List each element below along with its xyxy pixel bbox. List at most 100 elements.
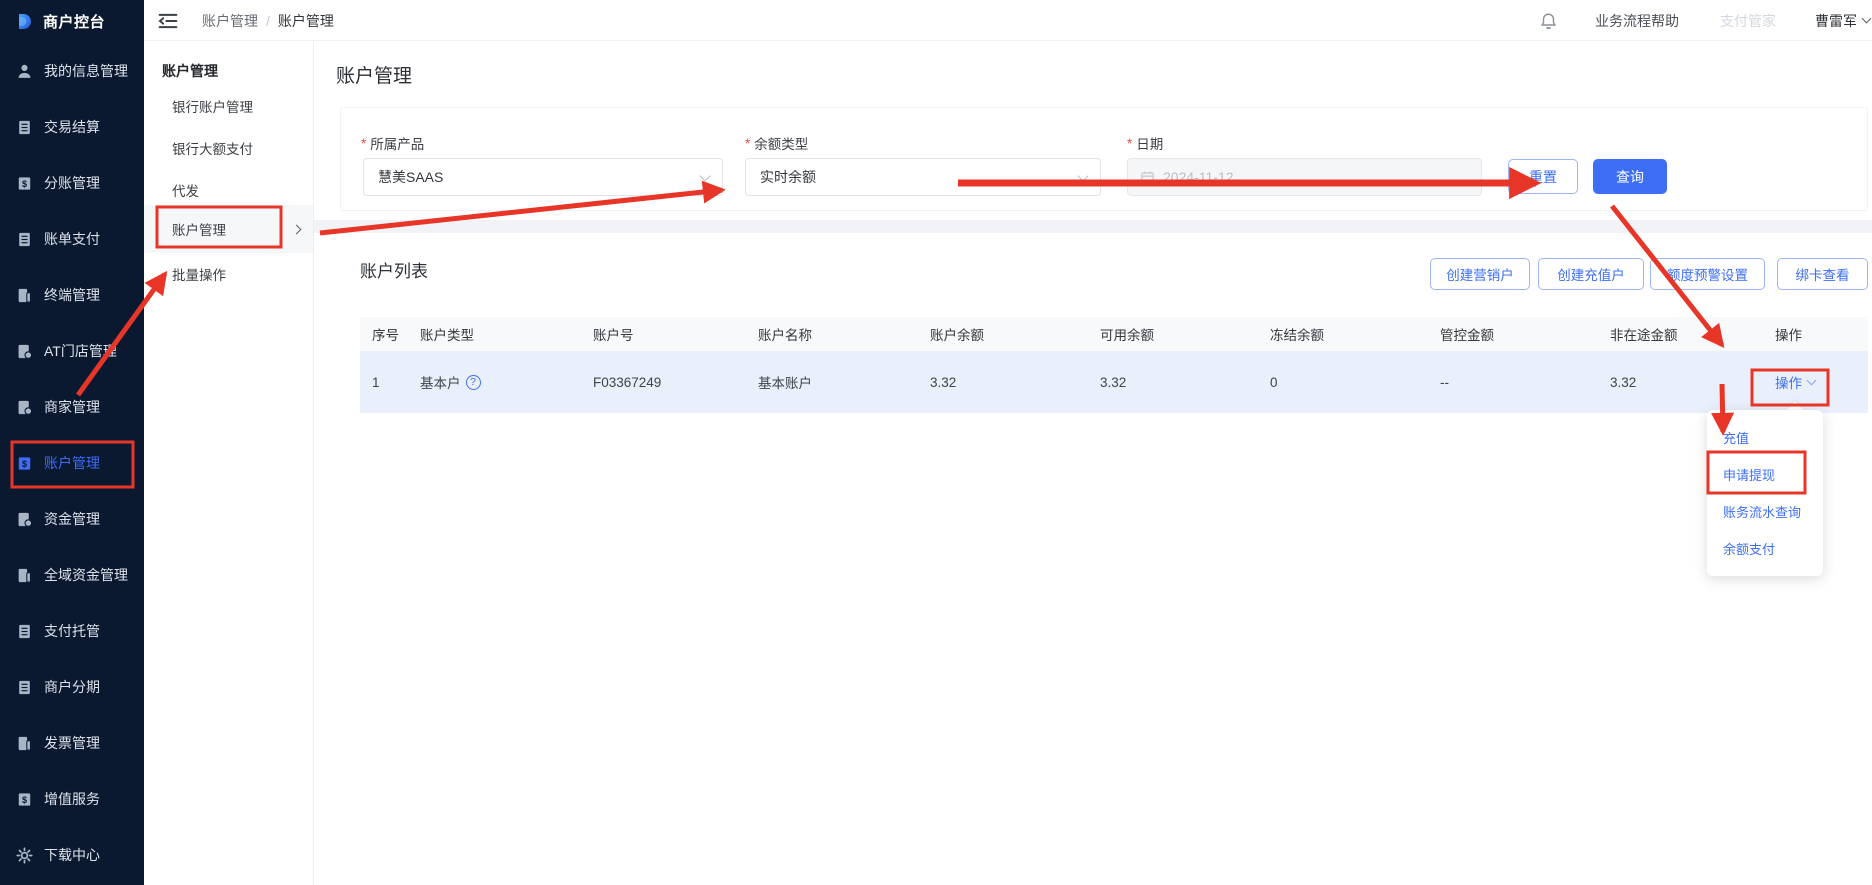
sidebar-nav: 我的信息管理 交易结算 $ 分账管理 账单支付 终端管理 AT门店管理 xyxy=(0,43,144,883)
submenu-item-label: 代发 xyxy=(172,180,199,200)
button-label: 额度预警设置 xyxy=(1667,264,1748,284)
workflow-help-link[interactable]: 业务流程帮助 xyxy=(1595,0,1679,41)
date-label: * 日期 xyxy=(1127,134,1163,152)
sidebar-item-label: 我的信息管理 xyxy=(44,61,128,81)
menu-item-recharge[interactable]: 充值 xyxy=(1707,419,1823,456)
row-action-link[interactable]: 操作 xyxy=(1775,372,1815,392)
table-header-row: 序号 账户类型 账户号 账户名称 账户余额 可用余额 冻结余额 管控金额 非在途… xyxy=(360,317,1868,351)
secondary-sidebar: 账户管理 银行账户管理 银行大额支付 代发 账户管理 批量操作 xyxy=(144,41,314,885)
sidebar-item-value-added[interactable]: $ 增值服务 xyxy=(0,771,144,827)
store-icon xyxy=(16,399,33,416)
payment-assistant-link[interactable]: 支付管家 xyxy=(1720,0,1776,41)
submenu-group-label: 账户管理 xyxy=(162,55,218,87)
sidebar-item-my-info[interactable]: 我的信息管理 xyxy=(0,43,144,99)
breadcrumb: 账户管理 / 账户管理 xyxy=(202,0,334,41)
topbar: 账户管理 / 账户管理 业务流程帮助 支付管家 曹雷军 xyxy=(144,0,1872,41)
menu-fold-icon[interactable] xyxy=(158,11,178,29)
chevron-right-icon xyxy=(292,224,302,234)
dollar-doc-icon: $ xyxy=(16,455,33,472)
breadcrumb-item[interactable]: 账户管理 xyxy=(202,11,258,31)
menu-item-withdraw-apply[interactable]: 申请提现 xyxy=(1707,456,1823,493)
column-header: 账户号 xyxy=(593,324,758,344)
terminal-icon xyxy=(16,287,33,304)
button-label: 创建营销户 xyxy=(1446,264,1514,284)
chevron-down-icon xyxy=(1862,14,1872,24)
date-value: 2024-11-12 xyxy=(1163,169,1234,185)
sidebar-item-merchant-mgmt[interactable]: 商家管理 xyxy=(0,379,144,435)
button-label: 绑卡查看 xyxy=(1796,264,1850,284)
reset-button[interactable]: 重置 xyxy=(1508,159,1578,194)
column-header: 冻结余额 xyxy=(1270,324,1440,344)
cell-account-name: 基本账户 xyxy=(758,372,930,392)
terminal-icon xyxy=(16,735,33,752)
sidebar-item-split-account[interactable]: $ 分账管理 xyxy=(0,155,144,211)
cell-seq: 1 xyxy=(372,375,420,390)
ledger-icon xyxy=(16,679,33,696)
column-header: 管控金额 xyxy=(1440,324,1610,344)
sidebar-item-label: 支付托管 xyxy=(44,621,100,641)
bound-card-view-button[interactable]: 绑卡查看 xyxy=(1777,258,1868,290)
submenu-item-label: 账户管理 xyxy=(172,219,226,239)
primary-sidebar: 商户控台 我的信息管理 交易结算 $ 分账管理 账单支付 终端管理 xyxy=(0,0,144,885)
create-marketing-account-button[interactable]: 创建营销户 xyxy=(1430,258,1530,290)
sidebar-item-global-funds[interactable]: 全域资金管理 xyxy=(0,547,144,603)
sidebar-item-pay-escrow[interactable]: 支付托管 xyxy=(0,603,144,659)
account-type-text: 基本户 xyxy=(420,372,461,392)
submenu-item-label: 银行大额支付 xyxy=(172,138,253,158)
menu-item-account-flow-query[interactable]: 账务流水查询 xyxy=(1707,493,1823,530)
page-title: 账户管理 xyxy=(336,66,412,87)
sidebar-item-merchant-installment[interactable]: 商户分期 xyxy=(0,659,144,715)
submenu-item-bank-account-mgmt[interactable]: 银行账户管理 xyxy=(144,85,313,127)
account-list-title: 账户列表 xyxy=(360,262,428,281)
column-header: 可用余额 xyxy=(1100,324,1270,344)
required-mark: * xyxy=(361,136,366,151)
query-button[interactable]: 查询 xyxy=(1593,159,1667,194)
column-header: 账户类型 xyxy=(420,324,593,344)
sidebar-item-trade-settlement[interactable]: 交易结算 xyxy=(0,99,144,155)
sidebar-item-funds-mgmt[interactable]: 资金管理 xyxy=(0,491,144,547)
help-question-icon[interactable]: ? xyxy=(466,375,481,390)
column-header: 账户名称 xyxy=(758,324,930,344)
merchant-console-app: 商户控台 我的信息管理 交易结算 $ 分账管理 账单支付 终端管理 xyxy=(0,0,1872,885)
brand-title: 商户控台 xyxy=(43,11,105,32)
sidebar-item-invoice-mgmt[interactable]: 发票管理 xyxy=(0,715,144,771)
create-recharge-account-button[interactable]: 创建充值户 xyxy=(1538,258,1644,290)
submenu-item-account-mgmt[interactable]: 账户管理 xyxy=(144,205,313,253)
product-select[interactable]: 慧美SAAS xyxy=(363,158,723,196)
sidebar-item-label: 商户分期 xyxy=(44,677,100,697)
gear-icon xyxy=(16,847,33,864)
user-icon xyxy=(16,63,33,80)
cell-frozen-balance: 0 xyxy=(1270,375,1440,390)
cell-account-type: 基本户 ? xyxy=(420,372,593,392)
sidebar-item-label: 发票管理 xyxy=(44,733,100,753)
menu-item-balance-pay[interactable]: 余额支付 xyxy=(1707,530,1823,567)
sidebar-item-label: 账户管理 xyxy=(44,453,100,473)
sidebar-item-label: 全域资金管理 xyxy=(44,565,128,585)
sidebar-item-at-store-mgmt[interactable]: AT门店管理 xyxy=(0,323,144,379)
quota-alert-settings-button[interactable]: 额度预警设置 xyxy=(1650,258,1765,290)
terminal-icon xyxy=(16,567,33,584)
chevron-down-icon xyxy=(1077,170,1088,181)
submenu-item-label: 银行账户管理 xyxy=(172,96,253,116)
date-input[interactable]: 2024-11-12 xyxy=(1127,158,1482,196)
calendar-icon xyxy=(1140,170,1155,185)
balance-type-select-value: 实时余额 xyxy=(760,167,816,187)
date-label-text: 日期 xyxy=(1136,133,1163,153)
bell-icon[interactable] xyxy=(1540,12,1557,30)
ledger-icon xyxy=(16,231,33,248)
sidebar-item-label: 终端管理 xyxy=(44,285,100,305)
sidebar-item-bill-pay[interactable]: 账单支付 xyxy=(0,211,144,267)
brand-logo: 商户控台 xyxy=(0,0,144,43)
balance-type-select[interactable]: 实时余额 xyxy=(745,158,1101,196)
breadcrumb-separator: / xyxy=(266,13,270,29)
sidebar-item-account-mgmt[interactable]: $ 账户管理 xyxy=(0,435,144,491)
user-menu[interactable]: 曹雷军 xyxy=(1815,0,1870,41)
sidebar-item-label: 资金管理 xyxy=(44,509,100,529)
sidebar-item-download-center[interactable]: 下载中心 xyxy=(0,827,144,883)
submenu-item-bank-large-payment[interactable]: 银行大额支付 xyxy=(144,127,313,169)
d-crescent-logo-icon xyxy=(15,12,34,31)
required-mark: * xyxy=(1127,136,1132,151)
submenu-item-batch-ops[interactable]: 批量操作 xyxy=(144,253,313,295)
column-header: 序号 xyxy=(372,324,420,344)
sidebar-item-terminal-mgmt[interactable]: 终端管理 xyxy=(0,267,144,323)
